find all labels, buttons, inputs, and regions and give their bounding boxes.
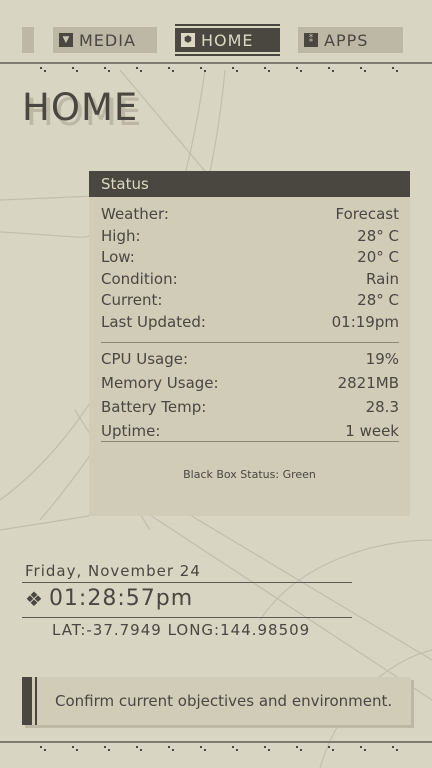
row-value: 19%: [365, 350, 399, 368]
clock: ❖ 01:28:57pm: [25, 586, 193, 611]
row-value: Rain: [366, 269, 399, 288]
top-dot-pattern: [40, 67, 398, 72]
home-icon: ⬢: [181, 33, 195, 47]
row-label: Battery Temp:: [101, 398, 207, 416]
tab-home[interactable]: ⬢ HOME: [175, 24, 280, 56]
battery-row: Battery Temp: 28.3: [101, 395, 399, 419]
tab-apps[interactable]: ⁑ APPS: [298, 27, 403, 53]
panel-divider: [101, 342, 399, 343]
row-value: 28° C: [357, 291, 399, 309]
tab-media[interactable]: ▼ MEDIA: [53, 27, 157, 53]
row-label: Memory Usage:: [101, 374, 219, 392]
row-label: Uptime:: [101, 422, 161, 440]
objective-marker: [22, 677, 37, 725]
apps-icon: ⁑: [304, 33, 318, 47]
clock-icon: ❖: [25, 586, 43, 611]
row-label: High:: [101, 226, 141, 245]
row-label: Current:: [101, 291, 163, 309]
objective-banner[interactable]: Confirm current objectives and environme…: [22, 677, 411, 725]
row-label: Weather:: [101, 205, 169, 223]
black-box-status: Black Box Status: Green: [183, 468, 316, 481]
row-label: CPU Usage:: [101, 350, 189, 368]
row-value: Forecast: [335, 205, 399, 223]
status-panel-title: Status: [89, 171, 410, 197]
page-title: HOME: [22, 86, 139, 129]
weather-row: Weather: Forecast: [101, 204, 399, 226]
row-value: 28° C: [357, 226, 399, 245]
last-updated-row: Last Updated: 01:19pm: [101, 312, 399, 334]
top-divider: [0, 62, 432, 64]
bottom-divider: [0, 741, 432, 743]
memory-row: Memory Usage: 2821MB: [101, 371, 399, 395]
location-coordinates: LAT:-37.7949 LONG:144.98509: [52, 621, 311, 639]
panel-divider: [101, 441, 399, 442]
row-label: Last Updated:: [101, 312, 206, 331]
row-value: 01:19pm: [331, 312, 399, 331]
date-underline: [22, 582, 352, 583]
status-panel: Status Weather: Forecast High: 28° C Low: 2…: [89, 171, 410, 516]
weather-list: Weather: Forecast High: 28° C Low: 20° C Co…: [101, 204, 399, 333]
row-label: Condition:: [101, 269, 178, 288]
tab-apps-label: APPS: [324, 30, 369, 50]
tab-home-label: HOME: [201, 30, 254, 50]
tab-media-label: MEDIA: [79, 30, 136, 50]
row-value: 20° C: [357, 248, 399, 266]
nav-grip: [22, 27, 34, 53]
uptime-row: Uptime: 1 week: [101, 419, 399, 443]
low-row: Low: 20° C: [101, 247, 399, 269]
media-icon: ▼: [59, 33, 73, 47]
row-value: 2821MB: [337, 374, 399, 392]
objective-text: Confirm current objectives and environme…: [55, 692, 393, 710]
row-label: Low:: [101, 248, 135, 266]
bottom-dot-pattern: [40, 746, 398, 751]
row-value: 1 week: [345, 422, 399, 440]
current-row: Current: 28° C: [101, 290, 399, 312]
top-nav: ▼ MEDIA ⬢ HOME ⁑ APPS: [0, 24, 432, 56]
row-value: 28.3: [365, 398, 399, 416]
condition-row: Condition: Rain: [101, 269, 399, 291]
time-text: 01:28:57pm: [48, 586, 194, 611]
system-list: CPU Usage: 19% Memory Usage: 2821MB Batter…: [101, 347, 399, 443]
date-text: Friday, November 24: [25, 562, 201, 580]
high-row: High: 28° C: [101, 226, 399, 248]
cpu-row: CPU Usage: 19%: [101, 347, 399, 371]
time-underline: [22, 617, 352, 618]
